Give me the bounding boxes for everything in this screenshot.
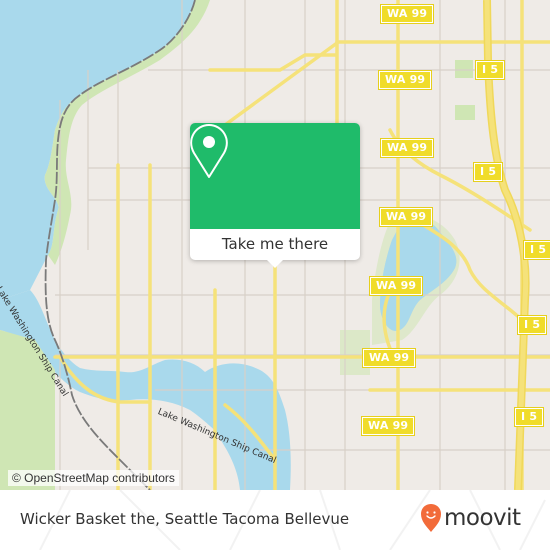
map-pin-icon (190, 124, 228, 178)
route-shield-wa99: WA 99 (361, 348, 417, 368)
map[interactable]: WA 99 WA 99 WA 99 WA 99 WA 99 WA 99 WA 9… (0, 0, 550, 490)
route-shield-i5: I 5 (516, 315, 548, 335)
water-puget-sound (0, 0, 195, 300)
route-shield-wa99: WA 99 (378, 207, 434, 227)
route-shield-wa99: WA 99 (379, 138, 435, 158)
route-shield-i5: I 5 (522, 240, 550, 260)
route-shield-i5: I 5 (513, 407, 545, 427)
route-shield-wa99: WA 99 (377, 70, 433, 90)
moovit-wordmark: moovit (444, 505, 521, 531)
take-me-there-button[interactable]: Take me there (190, 229, 360, 259)
route-shield-i5: I 5 (474, 60, 506, 80)
route-shield-wa99: WA 99 (379, 4, 435, 24)
route-shield-wa99: WA 99 (368, 276, 424, 296)
place-title: Wicker Basket the, Seattle Tacoma Bellev… (20, 510, 350, 528)
moovit-pin-icon (421, 504, 441, 532)
popup-tail (267, 260, 283, 268)
route-shield-i5: I 5 (472, 162, 504, 182)
route-shield-wa99: WA 99 (360, 416, 416, 436)
popup-header (190, 123, 360, 229)
destination-popup: Take me there (190, 123, 360, 268)
footer: Wicker Basket the, Seattle Tacoma Bellev… (0, 490, 550, 550)
moovit-logo[interactable]: moovit (420, 502, 521, 534)
map-attribution[interactable]: © OpenStreetMap contributors (8, 470, 179, 486)
